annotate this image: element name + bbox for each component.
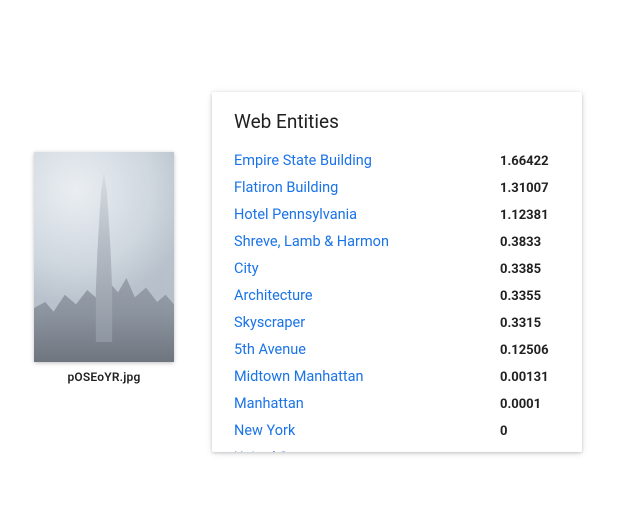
entity-score: 0 <box>500 424 560 439</box>
entity-row: City 0.3385 <box>234 255 576 282</box>
entity-score: 0.12506 <box>500 343 560 358</box>
entity-link[interactable]: Shreve, Lamb & Harmon <box>234 231 389 253</box>
entities-list: Empire State Building 1.66422 Flatiron Bui… <box>234 147 576 452</box>
entity-row: Manhattan 0.0001 <box>234 390 576 417</box>
entity-row: United States 0 <box>234 444 576 452</box>
thumbnail-filename: pOSEoYR.jpg <box>34 370 174 384</box>
entity-row: Hotel Pennsylvania 1.12381 <box>234 201 576 228</box>
panel-title: Web Entities <box>234 110 576 133</box>
web-entities-panel[interactable]: Web Entities Empire State Building 1.6642… <box>212 92 582 452</box>
entity-score: 0.0001 <box>500 397 560 412</box>
entity-link[interactable]: Hotel Pennsylvania <box>234 204 357 226</box>
entity-score: 0.3833 <box>500 235 560 250</box>
entity-row: Architecture 0.3355 <box>234 282 576 309</box>
entity-row: New York 0 <box>234 417 576 444</box>
empire-state-icon <box>92 172 116 342</box>
entity-score: 1.12381 <box>500 208 560 223</box>
entity-score: 0.3315 <box>500 316 560 331</box>
entity-row: Flatiron Building 1.31007 <box>234 174 576 201</box>
entity-row: 5th Avenue 0.12506 <box>234 336 576 363</box>
entity-link[interactable]: City <box>234 258 259 280</box>
app-root: pOSEoYR.jpg Web Entities Empire State Bu… <box>0 0 620 520</box>
entity-link[interactable]: United States <box>234 447 320 453</box>
entity-row: Skyscraper 0.3315 <box>234 309 576 336</box>
entity-link[interactable]: 5th Avenue <box>234 339 306 361</box>
entity-row: Midtown Manhattan 0.00131 <box>234 363 576 390</box>
entity-link[interactable]: Architecture <box>234 285 313 307</box>
uploaded-image-thumbnail[interactable] <box>34 152 174 362</box>
entity-score: 0.3355 <box>500 289 560 304</box>
entity-link[interactable]: New York <box>234 420 295 442</box>
entity-link[interactable]: Manhattan <box>234 393 304 415</box>
entity-link[interactable]: Flatiron Building <box>234 177 338 199</box>
entity-score: 1.66422 <box>500 154 560 169</box>
entity-row: Empire State Building 1.66422 <box>234 147 576 174</box>
entity-link[interactable]: Midtown Manhattan <box>234 366 364 388</box>
entity-score: 1.31007 <box>500 181 560 196</box>
entity-link[interactable]: Skyscraper <box>234 312 305 334</box>
thumbnail-column: pOSEoYR.jpg <box>34 152 174 384</box>
entity-row: Shreve, Lamb & Harmon 0.3833 <box>234 228 576 255</box>
entity-link[interactable]: Empire State Building <box>234 150 372 172</box>
entity-score: 0 <box>500 451 560 453</box>
entity-score: 0.00131 <box>500 370 560 385</box>
entity-score: 0.3385 <box>500 262 560 277</box>
